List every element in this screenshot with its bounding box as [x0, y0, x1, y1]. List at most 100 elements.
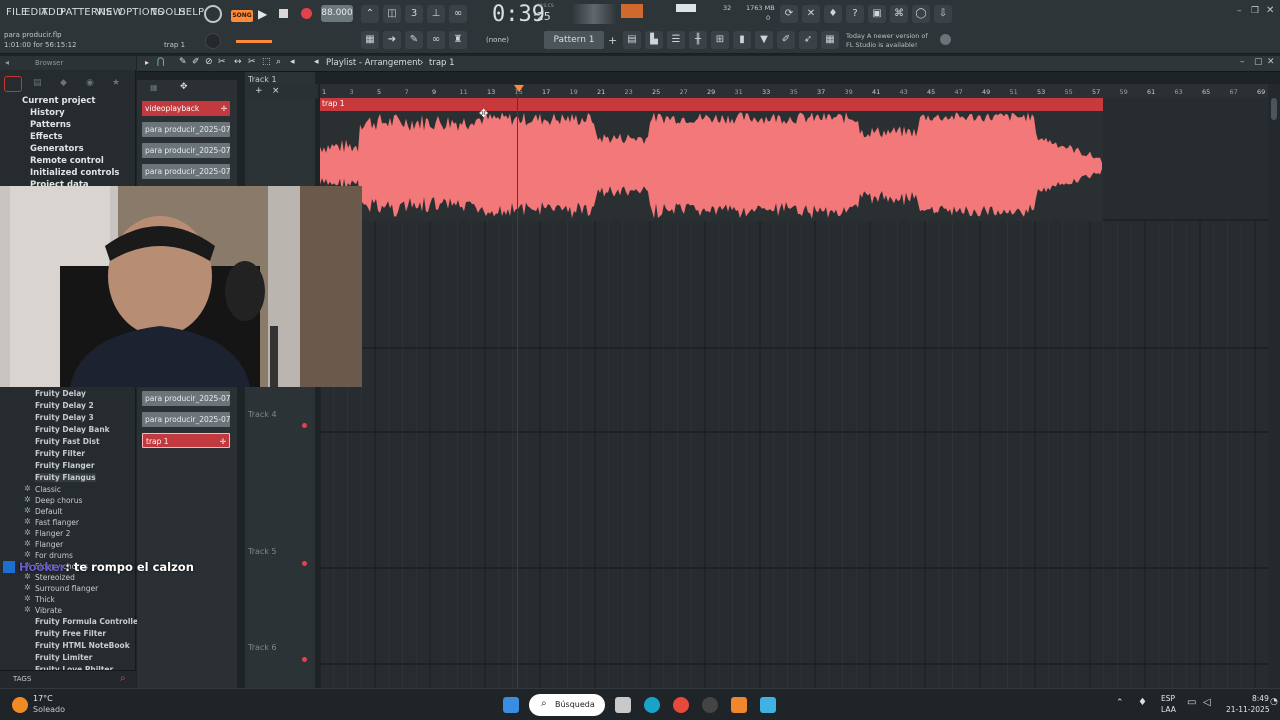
minimize-icon[interactable]: –: [1237, 6, 1242, 16]
preset-item[interactable]: Thick: [35, 595, 55, 604]
play-icon[interactable]: ▶: [258, 7, 267, 21]
zoom-tool-icon[interactable]: ⌕: [276, 57, 281, 67]
plugin-icon[interactable]: ⌘: [890, 5, 908, 23]
add-icon[interactable]: ✛: [220, 434, 226, 447]
link-icon[interactable]: ∞: [427, 31, 445, 49]
help-icon[interactable]: ?: [846, 5, 864, 23]
task-view-icon[interactable]: [615, 697, 631, 713]
playlist-icon[interactable]: ▤: [623, 31, 641, 49]
playlist-breadcrumb[interactable]: trap 1: [429, 58, 455, 68]
edge-icon[interactable]: [644, 697, 660, 713]
tree-history[interactable]: History: [30, 108, 65, 118]
tree-remote-control[interactable]: Remote control: [30, 156, 104, 166]
plugin-item[interactable]: Fruity Delay 3: [35, 413, 94, 422]
arrow-right-icon[interactable]: ➜: [383, 31, 401, 49]
plugin-item[interactable]: Fruity Fast Dist: [35, 437, 100, 446]
picker-arrange-icon[interactable]: ✥: [180, 82, 188, 92]
vertical-scrollbar[interactable]: [1268, 84, 1280, 688]
playlist-minimize-icon[interactable]: –: [1240, 57, 1245, 67]
tempo-display[interactable]: 88.000: [321, 5, 353, 22]
arrangement-grid[interactable]: trap 1: [320, 85, 1268, 688]
plugin-item[interactable]: Fruity Free Filter: [35, 629, 106, 638]
picker-clip-selected[interactable]: trap 1 ✛: [142, 433, 230, 448]
browser-favorites-icon[interactable]: ★: [112, 78, 120, 88]
playlist-arrow-icon[interactable]: ◂: [314, 57, 319, 67]
browser-filter-plugins-icon[interactable]: ◆: [60, 78, 67, 88]
tree-generators[interactable]: Generators: [30, 144, 84, 154]
track-4-led[interactable]: [302, 423, 307, 428]
picker-filter-icon[interactable]: ▦: [150, 83, 158, 92]
preset-item[interactable]: Default: [35, 507, 62, 516]
stop-icon[interactable]: [279, 9, 288, 18]
plugin-item[interactable]: Fruity Flanger: [35, 461, 95, 470]
tree-effects[interactable]: Effects: [30, 132, 63, 142]
chrome-icon[interactable]: [673, 697, 689, 713]
snap-icon[interactable]: ▦: [361, 31, 379, 49]
playlist-maximize-icon[interactable]: ▢: [1254, 57, 1263, 67]
master-pitch-slider[interactable]: [236, 40, 272, 43]
tree-current-project[interactable]: Current project: [22, 96, 95, 106]
preset-item[interactable]: Stereoized: [35, 573, 75, 582]
tray-expand-icon[interactable]: ⌃: [1116, 698, 1124, 708]
stamp-icon[interactable]: ♜: [449, 31, 467, 49]
delete-tool-icon[interactable]: ⊘: [205, 57, 213, 67]
search-icon[interactable]: ⌕: [120, 673, 126, 684]
track-6-led[interactable]: [302, 657, 307, 662]
countdown-icon[interactable]: 3: [405, 5, 423, 23]
plugin-item[interactable]: Fruity Limiter: [35, 653, 92, 662]
playback-tool-icon[interactable]: ◂: [290, 57, 295, 67]
record-loop-icon[interactable]: [204, 5, 222, 23]
picker-clip[interactable]: para producir_2025-07-...: [142, 143, 230, 158]
preset-item[interactable]: For drums: [35, 551, 73, 560]
draw-tool-icon[interactable]: ✎: [179, 57, 187, 67]
pattern-selector[interactable]: Pattern 1: [544, 31, 604, 49]
plugin-item[interactable]: Fruity Filter: [35, 449, 85, 458]
taskbar-search[interactable]: ⌕ Búsqueda: [529, 694, 605, 716]
song-mode-toggle[interactable]: SONG: [231, 10, 253, 22]
browser-pin-icon[interactable]: ◂: [5, 58, 9, 67]
weather-icon[interactable]: [12, 697, 28, 713]
preset-item[interactable]: Fast flanger: [35, 518, 79, 527]
fl-studio-icon[interactable]: [731, 697, 747, 713]
remove-track-icon[interactable]: ×: [272, 86, 280, 96]
browser-tree-icon[interactable]: ⊞: [711, 31, 729, 49]
restore-icon[interactable]: ❐: [1251, 6, 1259, 16]
preset-item[interactable]: Classic: [35, 485, 61, 494]
playlist-close-icon[interactable]: ✕: [1267, 57, 1275, 67]
audio-clip-header[interactable]: trap 1: [320, 98, 1103, 111]
touch-keyboard-icon[interactable]: ▼: [755, 31, 773, 49]
add-pattern-icon[interactable]: +: [608, 34, 617, 47]
dj-icon[interactable]: ✐: [777, 31, 795, 49]
browser-filter-files-icon[interactable]: ▤: [33, 78, 42, 88]
picker-clip[interactable]: para producir_2025-07-...: [142, 391, 230, 406]
clock-time[interactable]: 8:49: [1252, 694, 1269, 703]
track-4-name[interactable]: Track 4: [248, 410, 277, 419]
preset-item[interactable]: Flanger: [35, 540, 63, 549]
plugin-item[interactable]: Fruity Formula Controller: [35, 617, 142, 626]
select-tool-icon[interactable]: ⬚: [262, 57, 271, 67]
microphone-icon[interactable]: ♦: [824, 5, 842, 23]
network-icon[interactable]: ▭: [1187, 697, 1196, 708]
edison-icon[interactable]: ➶: [799, 31, 817, 49]
plugin-item[interactable]: Fruity HTML NoteBook: [35, 641, 130, 650]
download-icon[interactable]: ⇩: [934, 5, 952, 23]
master-volume-knob[interactable]: [205, 33, 221, 49]
language-primary[interactable]: ESP: [1161, 694, 1175, 703]
metronome-icon[interactable]: ⌃: [361, 5, 379, 23]
track-6-name[interactable]: Track 6: [248, 643, 277, 652]
playhead-marker-icon[interactable]: [514, 85, 524, 92]
preset-item[interactable]: Vibrate: [35, 606, 62, 615]
scrollbar-thumb[interactable]: [1271, 98, 1277, 120]
record-icon[interactable]: [301, 8, 312, 19]
undo-history-icon[interactable]: ⟳: [780, 5, 798, 23]
plugin-item-selected[interactable]: Fruity Flangus: [35, 473, 96, 482]
track-5-led[interactable]: [302, 561, 307, 566]
channel-rack-icon[interactable]: ☰: [667, 31, 685, 49]
paint-tool-icon[interactable]: ✐: [192, 57, 200, 67]
step-edit-icon[interactable]: ⊥: [427, 5, 445, 23]
wait-input-icon[interactable]: ◫: [383, 5, 401, 23]
tree-initialized-controls[interactable]: Initialized controls: [30, 168, 119, 178]
volume-icon[interactable]: ◁: [1203, 697, 1211, 708]
add-icon[interactable]: ✛: [221, 101, 227, 116]
audio-waveform[interactable]: [320, 111, 1103, 221]
